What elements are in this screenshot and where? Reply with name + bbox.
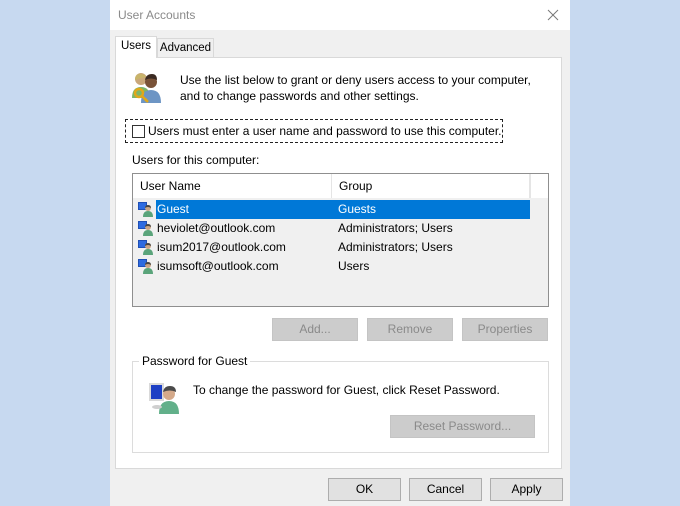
reset-password-button[interactable]: Reset Password... [390, 415, 535, 438]
window-title: User Accounts [118, 8, 196, 22]
user-icon [138, 258, 154, 274]
user-row[interactable]: isumsoft@outlook.com Users [133, 257, 530, 276]
list-header: User Name Group [133, 174, 530, 198]
close-icon [547, 9, 559, 21]
require-login-option[interactable]: Users must enter a user name and passwor… [125, 119, 503, 143]
column-header-group[interactable]: Group [332, 174, 530, 198]
user-group: Guests [332, 200, 530, 219]
user-computer-icon [147, 381, 181, 415]
user-group: Users [338, 259, 370, 273]
user-name: isumsoft@outlook.com [157, 259, 279, 273]
tab-advanced[interactable]: Advanced [157, 38, 214, 58]
users-tab-panel: Use the list below to grant or deny user… [115, 57, 562, 469]
user-row[interactable]: Guest Guests [133, 200, 530, 219]
user-icon [138, 220, 154, 236]
column-header-user-name[interactable]: User Name [133, 174, 332, 198]
users-key-icon [130, 70, 162, 104]
ok-button[interactable]: OK [328, 478, 401, 501]
remove-user-button[interactable]: Remove [367, 318, 453, 341]
users-list[interactable]: User Name Group Guest Guests heviolet@ou… [132, 173, 549, 307]
users-list-label: Users for this computer: [132, 153, 260, 167]
require-login-label[interactable]: Users must enter a user name and passwor… [148, 124, 502, 138]
close-button[interactable] [542, 4, 564, 26]
password-instructions: To change the password for Guest, click … [193, 383, 500, 397]
user-name: isum2017@outlook.com [157, 240, 286, 254]
user-icon [138, 239, 154, 255]
title-bar: User Accounts [110, 0, 570, 30]
user-name: heviolet@outlook.com [157, 221, 276, 235]
apply-button[interactable]: Apply [490, 478, 563, 501]
password-groupbox: Password for Guest To change the passwor… [132, 354, 549, 453]
user-accounts-dialog: User Accounts Users Advanced Use the lis… [110, 0, 570, 506]
cancel-button[interactable]: Cancel [409, 478, 482, 501]
require-login-checkbox[interactable] [132, 125, 145, 138]
user-row[interactable]: heviolet@outlook.com Administrators; Use… [133, 219, 530, 238]
user-group: Administrators; Users [338, 221, 453, 235]
password-groupbox-title: Password for Guest [139, 354, 251, 368]
tab-users[interactable]: Users [115, 36, 157, 58]
user-group: Administrators; Users [338, 240, 453, 254]
properties-button[interactable]: Properties [462, 318, 548, 341]
user-row[interactable]: isum2017@outlook.com Administrators; Use… [133, 238, 530, 257]
user-name: Guest [156, 200, 332, 219]
intro-text: Use the list below to grant or deny user… [180, 73, 531, 103]
list-header-filler [530, 174, 548, 198]
user-icon [138, 201, 154, 217]
add-user-button[interactable]: Add... [272, 318, 358, 341]
